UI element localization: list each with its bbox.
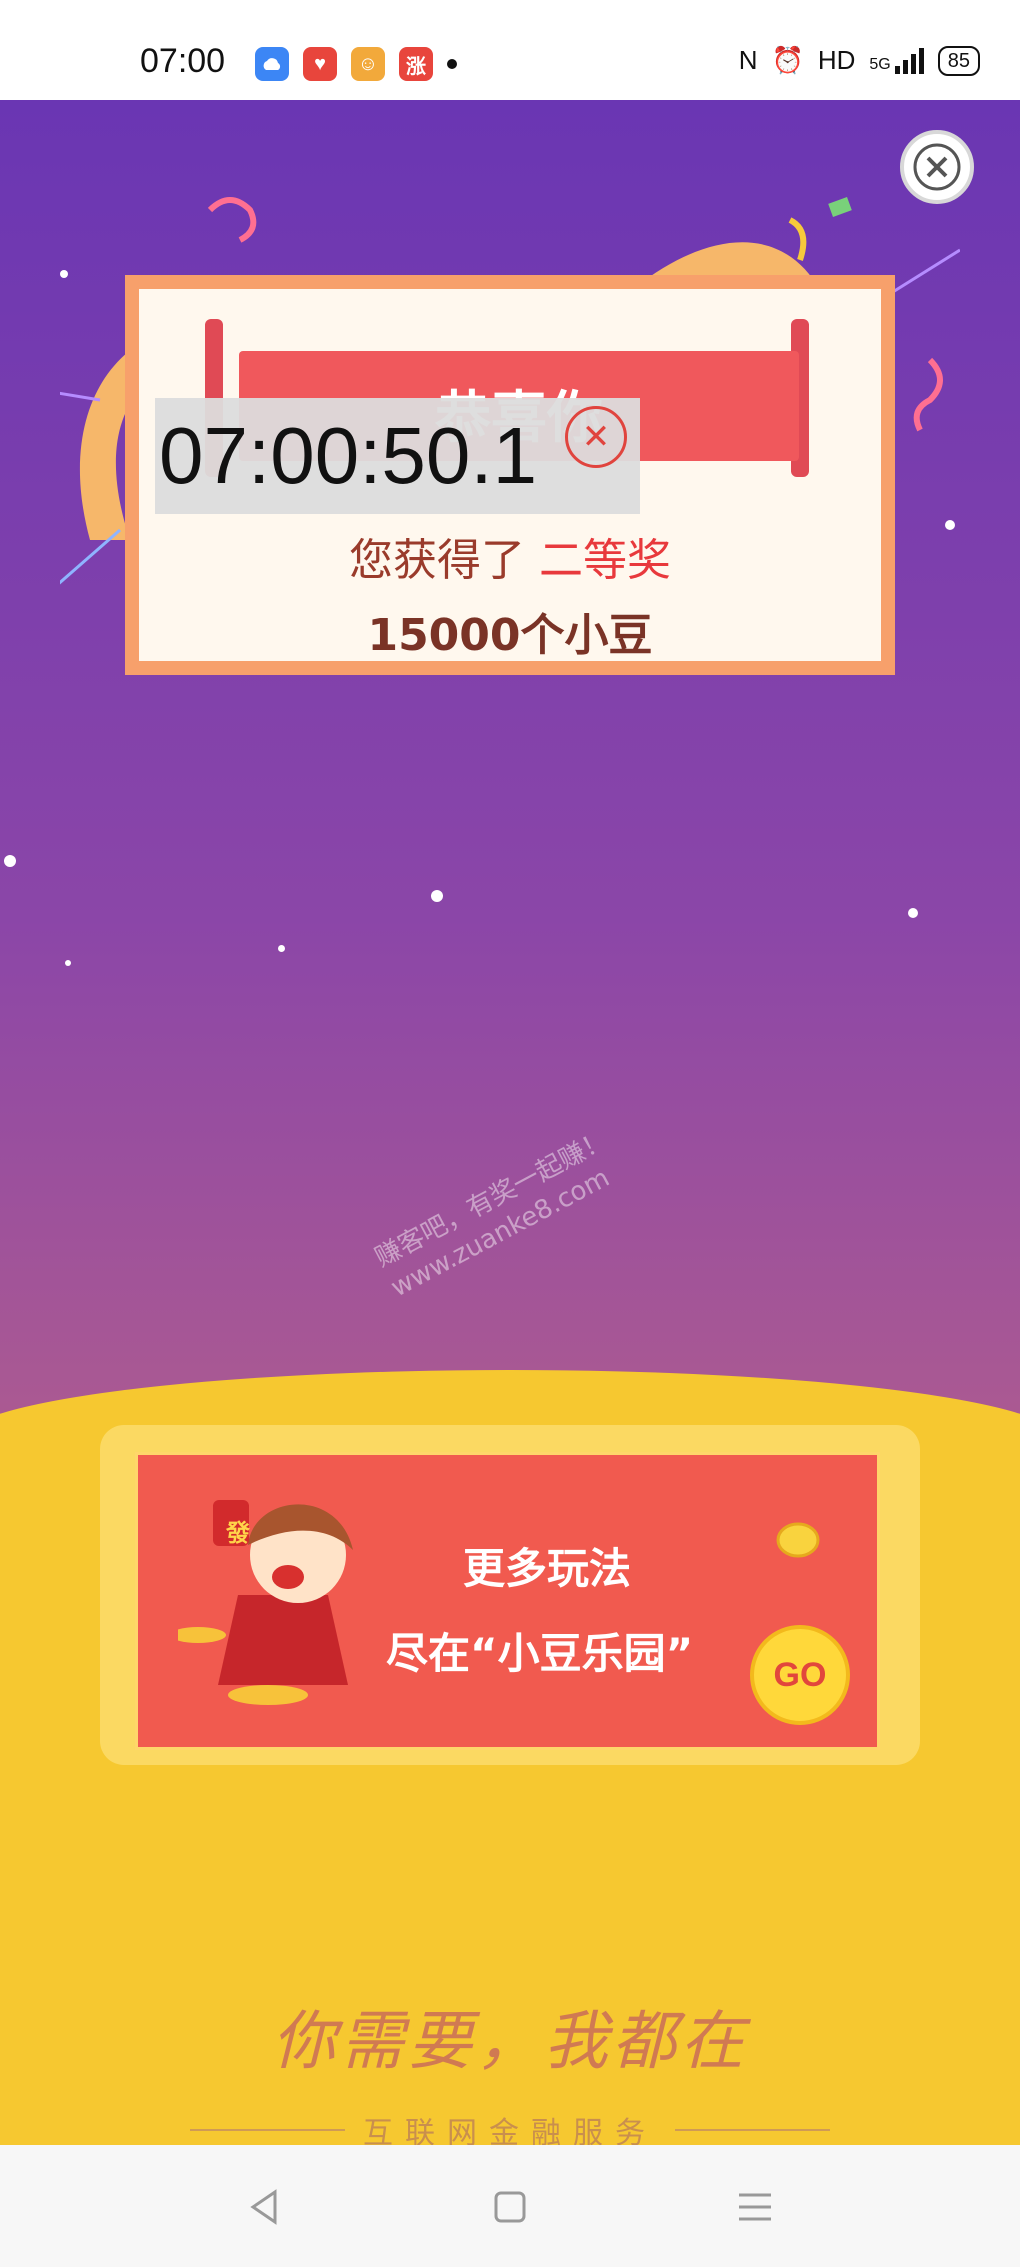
signal-icon: 5G <box>869 47 924 74</box>
more-notifications-dot <box>447 59 457 69</box>
promo-line2: 尽在“小豆乐园” <box>386 1629 694 1678</box>
prize-rank: 二等奖 <box>539 535 671 586</box>
prize-rank-line: 您获得了 二等奖 <box>139 524 881 588</box>
cartoon-app-icon: ☺ <box>351 47 385 81</box>
status-bar: 07:00 ♥ ☺ 涨 N ⏰ HD 5G 85 <box>0 0 1020 100</box>
reward-page: 恭喜你 您获得了 二等奖 15000个小豆 07:00:50.1 ✕ 赚客吧，有… <box>0 100 1020 2145</box>
slogan: 你需要，我都在 <box>272 2005 748 2079</box>
status-right: N ⏰ HD 5G 85 <box>739 45 980 76</box>
won-prefix: 您获得了 <box>349 535 525 586</box>
mascot-illustration <box>178 1500 353 1705</box>
close-icon <box>913 143 961 191</box>
tagline-row: 互联网金融服务 <box>190 2108 830 2145</box>
watermark: 赚客吧，有奖一起赚！ www.zuanke8.com <box>369 1123 631 1305</box>
floating-timer[interactable]: 07:00:50.1 ✕ <box>155 398 640 514</box>
back-icon <box>250 2189 277 2225</box>
navigation-bar <box>0 2145 1020 2267</box>
timer-close-button[interactable]: ✕ <box>565 406 627 468</box>
home-icon <box>494 2191 526 2223</box>
star-decoration <box>4 855 16 867</box>
star-decoration <box>908 908 918 918</box>
reward-amount: 15000个小豆 <box>367 610 653 661</box>
close-button[interactable] <box>900 130 974 204</box>
menu-button[interactable] <box>725 2177 785 2237</box>
zhang-app-icon: 涨 <box>399 47 433 81</box>
cloud-app-icon <box>255 47 289 81</box>
signal-type: 5G <box>869 55 891 73</box>
coin-icon <box>776 1522 820 1558</box>
divider <box>675 2129 830 2131</box>
star-decoration <box>65 960 71 966</box>
close-icon: ✕ <box>581 417 611 457</box>
battery-icon: 85 <box>937 45 980 76</box>
network-label: HD <box>817 45 856 75</box>
signal-bars <box>894 47 924 74</box>
timer-text: 07:00:50.1 <box>159 411 538 500</box>
go-button[interactable]: GO <box>750 1625 850 1725</box>
menu-icon <box>739 2193 771 2221</box>
heart-app-icon: ♥ <box>303 47 337 81</box>
red-envelope-badge: 發 <box>226 1519 250 1547</box>
alarm-icon: ⏰ <box>771 45 804 75</box>
star-decoration <box>278 945 285 952</box>
back-button[interactable] <box>235 2177 295 2237</box>
promo-line1: 更多玩法 <box>463 1544 632 1593</box>
home-button[interactable] <box>480 2177 540 2237</box>
status-time: 07:00 <box>140 42 226 80</box>
tagline: 互联网金融服务 <box>363 2116 657 2145</box>
star-decoration <box>431 890 443 902</box>
nfc-icon: N <box>738 45 758 75</box>
divider <box>190 2129 345 2131</box>
notification-icons: ♥ ☺ 涨 <box>255 47 457 81</box>
